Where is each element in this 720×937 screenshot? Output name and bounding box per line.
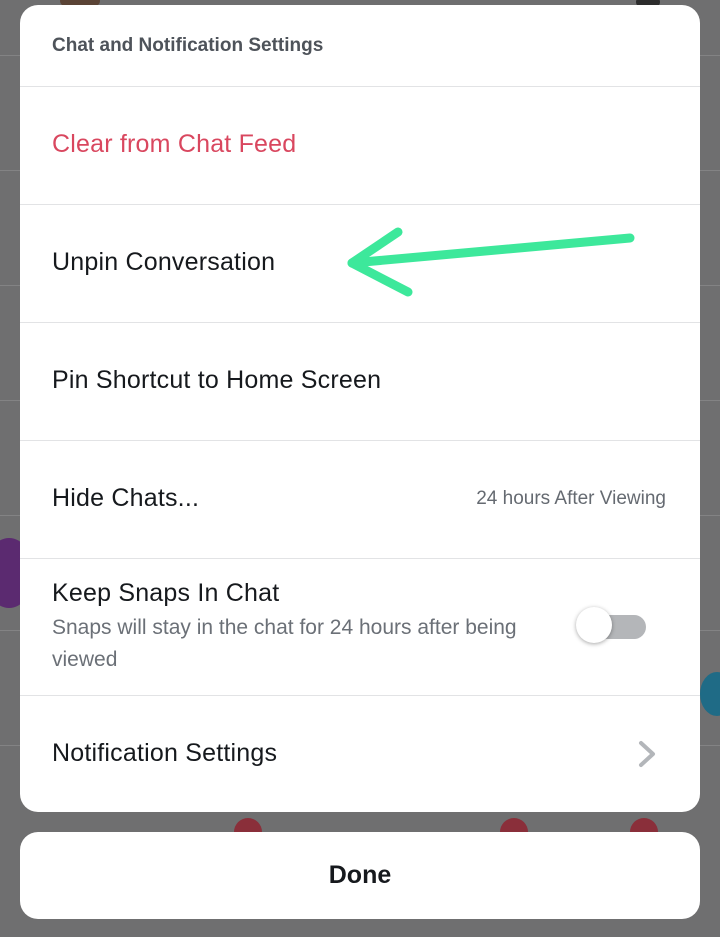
settings-sheet: Chat and Notification Settings Clear fro… bbox=[20, 5, 700, 812]
keep-snaps-description: Snaps will stay in the chat for 24 hours… bbox=[52, 616, 517, 671]
keep-snaps-toggle[interactable] bbox=[576, 607, 646, 643]
pin-shortcut-label: Pin Shortcut to Home Screen bbox=[52, 366, 382, 394]
background-camera-button bbox=[700, 672, 720, 716]
clear-from-chat-feed-label: Clear from Chat Feed bbox=[52, 130, 297, 158]
keep-snaps-label: Keep Snaps In Chat bbox=[52, 579, 280, 607]
hide-chats-label: Hide Chats... bbox=[52, 484, 200, 512]
hide-chats-item[interactable]: Hide Chats... 24 hours After Viewing bbox=[20, 441, 700, 559]
sheet-header: Chat and Notification Settings bbox=[20, 5, 700, 87]
sheet-title: Chat and Notification Settings bbox=[52, 34, 324, 56]
toggle-knob bbox=[576, 607, 612, 643]
clear-from-chat-feed-item[interactable]: Clear from Chat Feed bbox=[20, 87, 700, 205]
done-button[interactable]: Done bbox=[20, 832, 700, 919]
arrow-left-icon bbox=[347, 227, 635, 297]
notification-settings-item[interactable]: Notification Settings bbox=[20, 696, 700, 812]
hide-chats-value: 24 hours After Viewing bbox=[476, 488, 666, 509]
keep-snaps-item[interactable]: Keep Snaps In Chat Snaps will stay in th… bbox=[20, 559, 700, 696]
chevron-right-icon bbox=[639, 741, 655, 767]
pin-shortcut-item[interactable]: Pin Shortcut to Home Screen bbox=[20, 323, 700, 441]
notification-settings-label: Notification Settings bbox=[52, 739, 278, 767]
unpin-conversation-label: Unpin Conversation bbox=[52, 248, 276, 276]
